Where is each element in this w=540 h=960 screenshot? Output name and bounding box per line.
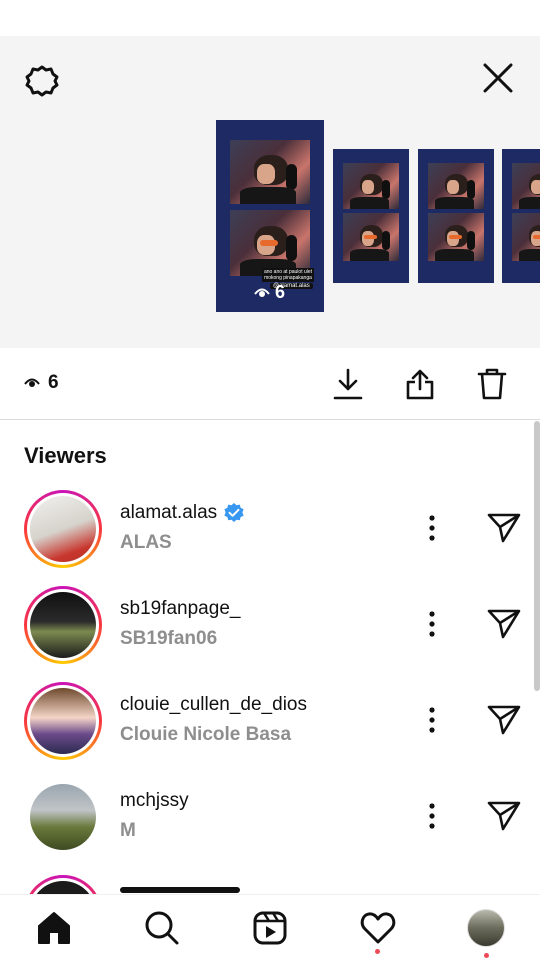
- story-image-bottom: [512, 213, 540, 261]
- nav-search-button[interactable]: [135, 905, 189, 951]
- viewer-username-row: clouie_cullen_de_dios: [120, 694, 307, 716]
- viewer-username: clouie_cullen_de_dios: [120, 694, 307, 715]
- story-image-bottom: [230, 210, 310, 276]
- viewer-username-row: alamat.alas: [120, 502, 245, 524]
- viewer-username-row: mchjssy: [120, 790, 189, 812]
- story-caption: ano ano at paulot ulet mokong pinapakang…: [262, 268, 314, 282]
- close-button[interactable]: [476, 56, 520, 100]
- story-toolbar: 6: [0, 348, 540, 420]
- status-bar: [0, 0, 540, 36]
- more-vertical-icon: [429, 515, 435, 541]
- viewer-row[interactable]: clouie_cullen_de_dios Clouie Nicole Basa: [0, 682, 540, 778]
- avatar[interactable]: [24, 586, 102, 664]
- send-icon: [487, 609, 521, 639]
- viewer-fullname: M: [120, 820, 136, 841]
- more-vertical-icon: [429, 707, 435, 733]
- settings-icon: [25, 65, 59, 97]
- more-options-button[interactable]: [416, 796, 448, 836]
- story-views-value: 6: [48, 372, 59, 393]
- download-button[interactable]: [326, 362, 370, 406]
- viewers-heading: Viewers: [24, 443, 107, 468]
- download-icon: [333, 368, 363, 400]
- close-icon: [483, 63, 513, 93]
- profile-photo: [30, 496, 96, 562]
- avatar[interactable]: [24, 778, 102, 856]
- send-icon: [487, 801, 521, 831]
- story-image-top: [428, 163, 484, 209]
- notification-dot: [484, 953, 489, 958]
- trash-icon: [477, 368, 507, 400]
- viewer-username: alamat.alas: [120, 502, 218, 523]
- avatar[interactable]: [24, 682, 102, 760]
- viewer-username: mchjssy: [120, 790, 189, 811]
- avatar[interactable]: [24, 490, 102, 568]
- viewer-username: sb19fanpage_: [120, 598, 241, 619]
- eye-icon: [254, 288, 270, 297]
- profile-avatar: [467, 909, 505, 947]
- story-image-bottom: [428, 213, 484, 261]
- story-thumbnail[interactable]: 4: [502, 149, 540, 283]
- search-icon: [145, 911, 179, 945]
- story-thumbnail[interactable]: 4: [418, 149, 494, 283]
- avatar-partial[interactable]: [24, 875, 102, 894]
- profile-photo: [30, 688, 96, 754]
- story-thumbnail[interactable]: 4: [333, 149, 409, 283]
- settings-button[interactable]: [20, 59, 64, 103]
- send-message-button[interactable]: [482, 698, 526, 742]
- share-icon: [406, 369, 434, 400]
- send-message-button[interactable]: [482, 794, 526, 838]
- home-icon: [38, 912, 70, 944]
- send-icon: [487, 513, 521, 543]
- story-view-count: 6: [24, 372, 59, 394]
- more-options-button[interactable]: [416, 604, 448, 644]
- story-thumbnail-current[interactable]: ano ano at paulot ulet mokong pinapakang…: [216, 120, 324, 312]
- viewer-row[interactable]: mchjssy M: [0, 778, 540, 874]
- profile-photo: [30, 784, 96, 850]
- nav-home-button[interactable]: [27, 905, 81, 951]
- viewer-fullname: SB19fan06: [120, 628, 218, 649]
- more-options-button[interactable]: [416, 700, 448, 740]
- notification-dot: [375, 949, 380, 954]
- nav-activity-button[interactable]: [351, 905, 405, 954]
- viewer-username-partial: [120, 887, 240, 893]
- thumbnail-view-count: 6: [254, 282, 285, 303]
- viewer-row[interactable]: alamat.alas ALAS: [0, 490, 540, 586]
- send-message-button[interactable]: [482, 602, 526, 646]
- verified-badge-icon: [224, 503, 244, 522]
- viewer-row[interactable]: sb19fanpage_ SB19fan06: [0, 586, 540, 682]
- more-vertical-icon: [429, 611, 435, 637]
- thumbnail-views-value: 6: [275, 282, 286, 302]
- more-options-button[interactable]: [416, 508, 448, 548]
- story-preview-area: ano ano at paulot ulet mokong pinapakang…: [0, 36, 540, 348]
- viewer-fullname: Clouie Nicole Basa: [120, 724, 292, 745]
- nav-reels-button[interactable]: [243, 905, 297, 951]
- story-image-top: [512, 163, 540, 209]
- nav-profile-button[interactable]: [459, 905, 513, 958]
- send-message-button[interactable]: [482, 506, 526, 550]
- viewer-username-row: sb19fanpage_: [120, 598, 240, 620]
- heart-icon: [360, 912, 396, 944]
- story-image-bottom: [343, 213, 399, 261]
- story-image-top: [343, 163, 399, 209]
- more-vertical-icon: [429, 803, 435, 829]
- eye-icon: [24, 378, 40, 387]
- viewers-list: Viewers alamat.alas ALAS sb19fanpage_ SB…: [0, 421, 540, 894]
- share-button[interactable]: [398, 362, 442, 406]
- viewer-fullname: ALAS: [120, 532, 172, 553]
- reels-icon: [253, 911, 287, 945]
- delete-button[interactable]: [470, 362, 514, 406]
- story-image-top: [230, 140, 310, 204]
- profile-photo: [30, 592, 96, 658]
- send-icon: [487, 705, 521, 735]
- bottom-navigation: [0, 894, 540, 960]
